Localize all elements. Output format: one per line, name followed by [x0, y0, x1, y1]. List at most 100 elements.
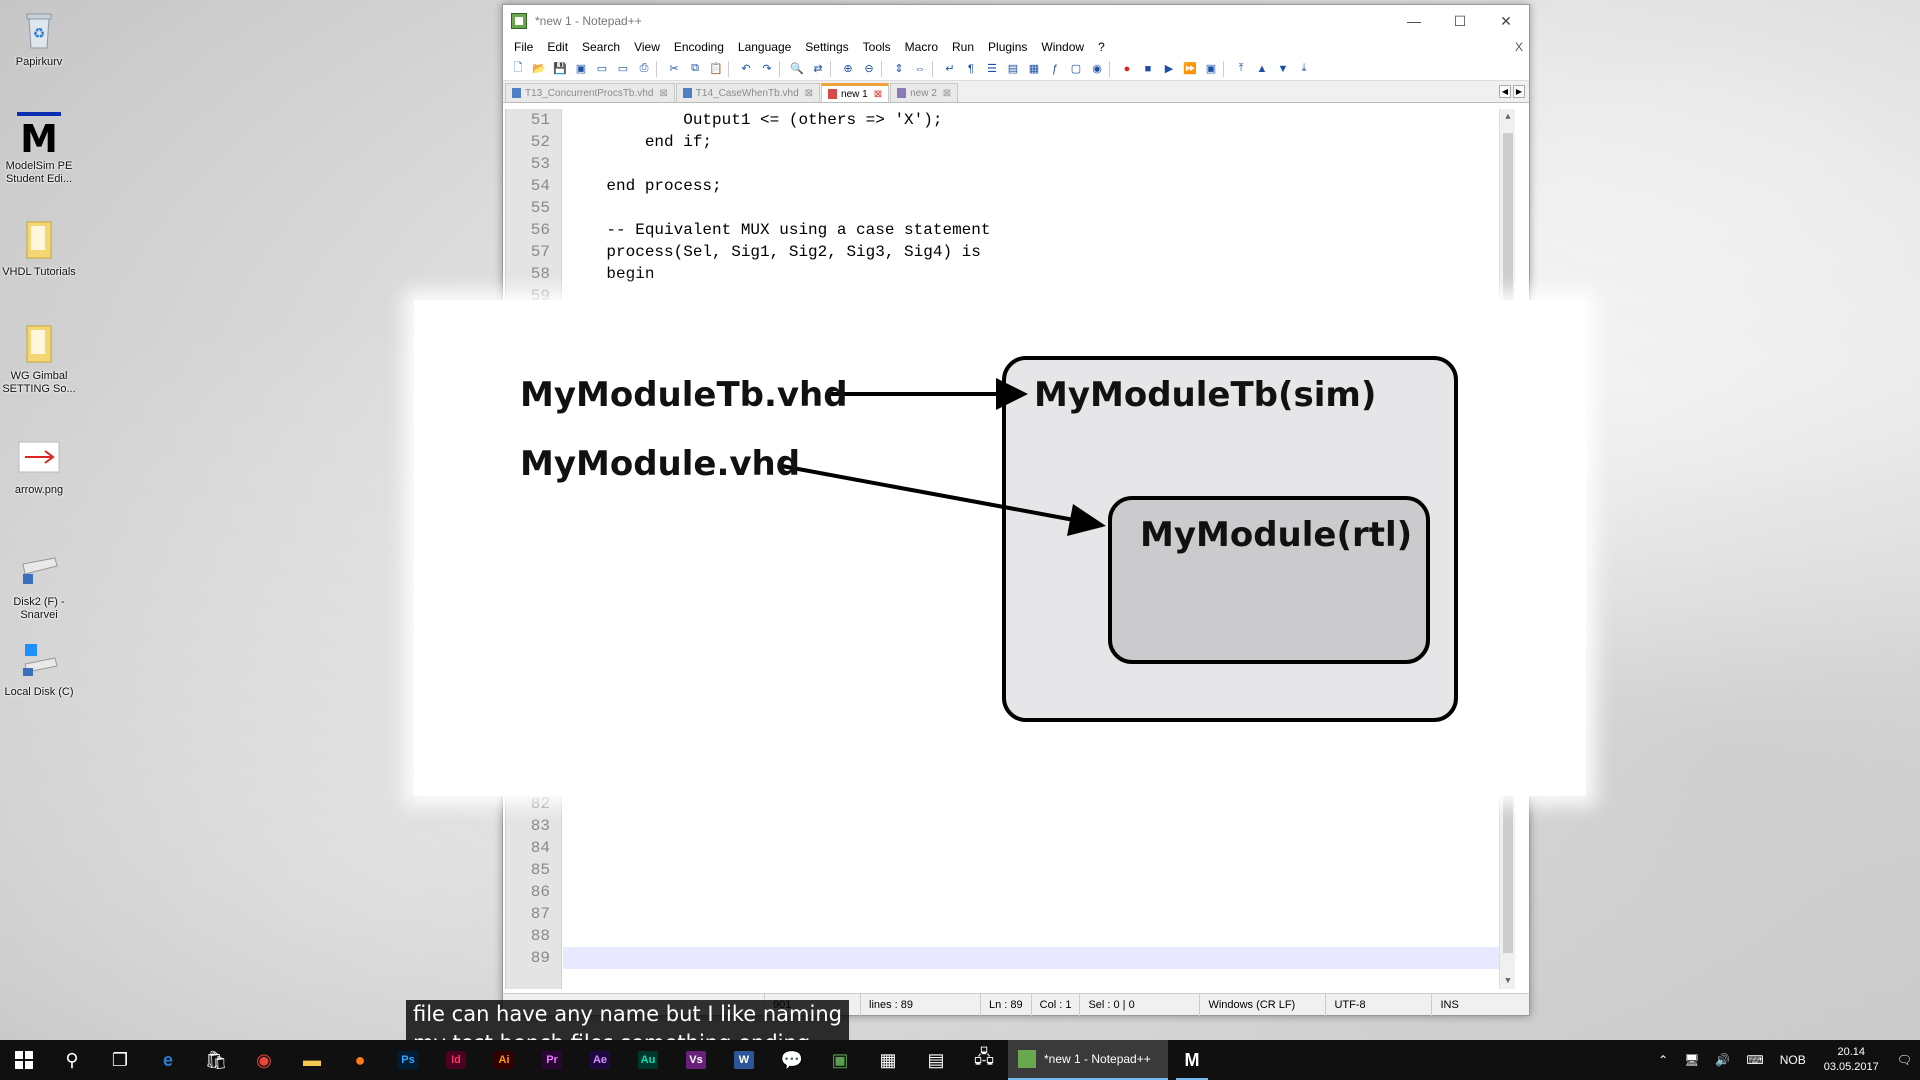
last-icon[interactable]: ⤓ [1295, 60, 1313, 78]
desktop-icon-modelsim[interactable]: M ModelSim PE Student Edi... [2, 112, 76, 186]
scroll-up-icon[interactable]: ▲ [1500, 109, 1516, 125]
tab-t14-casewhentb[interactable]: T14_CaseWhenTb.vhd ⊠ [675, 83, 821, 102]
notifications-icon[interactable]: 🗨 [1889, 1053, 1920, 1067]
paste-icon[interactable]: 📋 [707, 60, 725, 78]
down-icon[interactable]: ▼ [1274, 60, 1292, 78]
tab-close-icon[interactable]: ⊠ [874, 89, 882, 100]
first-icon[interactable]: ⤒ [1232, 60, 1250, 78]
photos-button[interactable]: ▣ [816, 1040, 864, 1080]
after-effects-button[interactable]: Ae [576, 1040, 624, 1080]
up-icon[interactable]: ▲ [1253, 60, 1271, 78]
desktop-icon-recycle-bin[interactable]: ♻ Papirkurv [2, 8, 76, 69]
run-macro-multiple-icon[interactable]: ⏩ [1181, 60, 1199, 78]
firefox-button[interactable]: ● [336, 1040, 384, 1080]
start-button[interactable] [0, 1040, 48, 1080]
save-all-icon[interactable]: ▣ [572, 60, 590, 78]
skype-button[interactable]: 💬 [768, 1040, 816, 1080]
code-line[interactable]: Output1 <= (others => 'X'); [568, 109, 942, 131]
word-button[interactable]: W [720, 1040, 768, 1080]
udl-icon[interactable]: ▤ [1004, 60, 1022, 78]
save-icon[interactable]: 💾 [551, 60, 569, 78]
calculator-button[interactable]: ▦ [864, 1040, 912, 1080]
save-macro-icon[interactable]: ▣ [1202, 60, 1220, 78]
menu-language[interactable]: Language [731, 40, 798, 54]
function-list-icon[interactable]: ƒ [1046, 60, 1064, 78]
word-wrap-icon[interactable]: ↵ [941, 60, 959, 78]
show-hidden-icons-icon[interactable]: ⌃ [1650, 1053, 1676, 1067]
undo-icon[interactable]: ↶ [737, 60, 755, 78]
replace-icon[interactable]: ⇄ [809, 60, 827, 78]
doc-map-icon[interactable]: ▦ [1025, 60, 1043, 78]
show-all-chars-icon[interactable]: ¶ [962, 60, 980, 78]
tab-new-2[interactable]: new 2 ⊠ [890, 83, 959, 102]
audition-button[interactable]: Au [624, 1040, 672, 1080]
redo-icon[interactable]: ↷ [758, 60, 776, 78]
menu-edit[interactable]: Edit [540, 40, 575, 54]
monitoring-icon[interactable]: ◉ [1088, 60, 1106, 78]
sync-horizontal-icon[interactable]: ⇔ [911, 60, 929, 78]
code-line[interactable]: -- Equivalent MUX using a case statement [568, 219, 990, 241]
find-icon[interactable]: 🔍 [788, 60, 806, 78]
desktop-icon-local-disk[interactable]: Local Disk (C) [2, 638, 76, 699]
sync-vertical-icon[interactable]: ⇕ [890, 60, 908, 78]
network-app-button[interactable]: 🖧 [960, 1040, 1008, 1080]
tab-close-icon[interactable]: ⊠ [805, 88, 813, 99]
menu-run[interactable]: Run [945, 40, 981, 54]
premiere-button[interactable]: Pr [528, 1040, 576, 1080]
code-line[interactable]: end process; [568, 175, 721, 197]
menu-file[interactable]: File [507, 40, 540, 54]
close-file-icon[interactable]: ▭ [593, 60, 611, 78]
desktop-icon-arrow-png[interactable]: arrow.png [2, 436, 76, 497]
folder-workspace-icon[interactable]: ▢ [1067, 60, 1085, 78]
desktop-icon-wg-gimbal[interactable]: WG Gimbal SETTING So... [2, 322, 76, 396]
zoom-in-icon[interactable]: ⊕ [839, 60, 857, 78]
close-document-button[interactable]: X [1508, 40, 1529, 54]
store-button[interactable]: 🛍 [192, 1040, 240, 1080]
photoshop-button[interactable]: Ps [384, 1040, 432, 1080]
tab-new-1[interactable]: new 1 ⊠ [821, 83, 890, 102]
illustrator-button[interactable]: Ai [480, 1040, 528, 1080]
menu-macro[interactable]: Macro [898, 40, 945, 54]
tab-t13-concurrentprocstb[interactable]: T13_ConcurrentProcsTb.vhd ⊠ [505, 83, 675, 102]
menu-tools[interactable]: Tools [856, 40, 898, 54]
close-button[interactable]: ✕ [1483, 5, 1529, 37]
play-macro-icon[interactable]: ▶ [1160, 60, 1178, 78]
cut-icon[interactable]: ✂ [665, 60, 683, 78]
chrome-button[interactable]: ◉ [240, 1040, 288, 1080]
tab-scroll-right-icon[interactable]: ▶ [1513, 85, 1525, 98]
minimize-button[interactable]: — [1391, 5, 1437, 37]
tab-scroll-left-icon[interactable]: ◀ [1499, 85, 1511, 98]
stop-macro-icon[interactable]: ■ [1139, 60, 1157, 78]
close-all-icon[interactable]: ▭ [614, 60, 632, 78]
menu-window[interactable]: Window [1034, 40, 1091, 54]
record-macro-icon[interactable]: ● [1118, 60, 1136, 78]
desktop-icon-disk2[interactable]: Disk2 (F) - Snarvei [2, 548, 76, 622]
menu-search[interactable]: Search [575, 40, 627, 54]
print-icon[interactable]: ⎙ [635, 60, 653, 78]
scroll-down-icon[interactable]: ▼ [1500, 973, 1516, 989]
open-file-icon[interactable]: 📂 [530, 60, 548, 78]
search-button[interactable]: ⚲ [48, 1040, 96, 1080]
menu-view[interactable]: View [627, 40, 667, 54]
menu-help[interactable]: ? [1091, 40, 1112, 54]
code-line[interactable]: end if; [568, 131, 712, 153]
indesign-button[interactable]: Id [432, 1040, 480, 1080]
volume-icon[interactable]: 🔊 [1707, 1053, 1738, 1067]
file-explorer-button[interactable]: ▬ [288, 1040, 336, 1080]
menu-settings[interactable]: Settings [798, 40, 855, 54]
code-line[interactable]: process(Sel, Sig1, Sig2, Sig3, Sig4) is [568, 241, 980, 263]
visual-studio-button[interactable]: Vs [672, 1040, 720, 1080]
edge-button[interactable]: e [144, 1040, 192, 1080]
tab-close-icon[interactable]: ⊠ [659, 88, 667, 99]
new-file-icon[interactable]: 🗋 [509, 60, 527, 78]
keyboard-icon[interactable]: ⌨ [1738, 1053, 1771, 1067]
input-language[interactable]: NOB [1772, 1053, 1814, 1067]
tab-close-icon[interactable]: ⊠ [943, 88, 951, 99]
desktop-icon-vhdl-tutorials[interactable]: VHDL Tutorials [2, 218, 76, 279]
taskbar-modelsim-button[interactable]: M [1168, 1040, 1216, 1080]
task-view-button[interactable]: ❐ [96, 1040, 144, 1080]
menu-plugins[interactable]: Plugins [981, 40, 1034, 54]
maximize-button[interactable]: ☐ [1437, 5, 1483, 37]
clock[interactable]: 20.14 03.05.2017 [1814, 1045, 1889, 1075]
zoom-out-icon[interactable]: ⊖ [860, 60, 878, 78]
